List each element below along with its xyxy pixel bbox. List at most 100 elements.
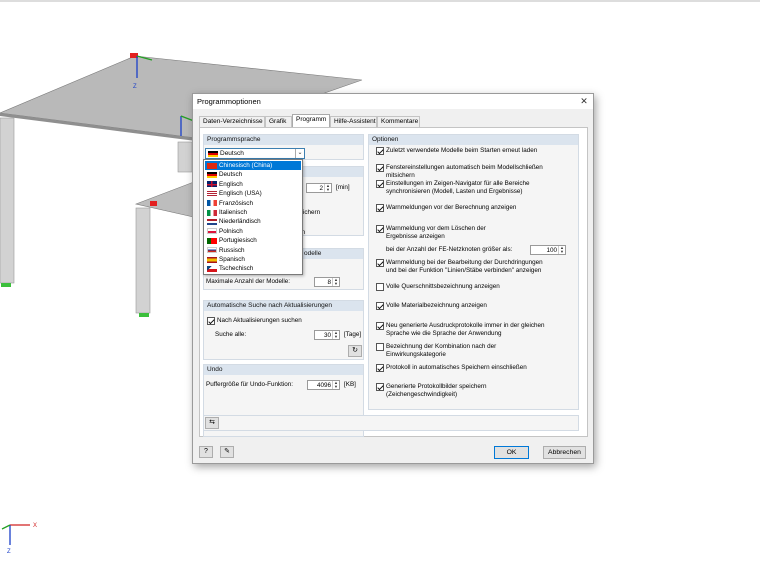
option-label: Protokoll in automatisches Speichern ein… xyxy=(386,364,527,371)
spinner-arrows-icon[interactable]: ▲ ▼ xyxy=(332,381,339,389)
es-flag-icon xyxy=(207,256,217,263)
column-3 xyxy=(177,141,193,173)
tab-program[interactable]: Programm xyxy=(292,114,330,127)
check-updates-label: Nach Aktualisierungen suchen xyxy=(217,317,302,324)
option-checkbox[interactable] xyxy=(376,364,384,372)
option-checkbox[interactable] xyxy=(376,180,384,188)
language-combo[interactable]: Deutsch ⌄ xyxy=(205,148,305,159)
undo-buffer-spinner[interactable]: 4096 ▲ ▼ xyxy=(307,380,340,390)
language-option[interactable]: Deutsch xyxy=(205,170,301,179)
language-group-header: Programmsprache xyxy=(204,135,363,145)
option-label: Neu generierte Ausdruckprotokolle immer … xyxy=(386,322,545,329)
spinner-arrows-icon[interactable]: ▲ ▼ xyxy=(324,184,331,192)
search-interval-spinner[interactable]: 30 ▲ ▼ xyxy=(314,330,340,340)
option-checkbox[interactable] xyxy=(376,383,384,391)
language-option-label: Italienisch xyxy=(219,209,248,216)
max-models-spinner[interactable]: 8 ▲ ▼ xyxy=(314,277,340,287)
option-checkbox[interactable] xyxy=(376,322,384,330)
option-label: Volle Materialbezeichnung anzeigen xyxy=(386,302,487,309)
language-option-label: Französisch xyxy=(219,199,253,207)
language-option-label: Portugiesisch xyxy=(219,237,257,245)
global-axis-label-z: Z xyxy=(7,549,11,555)
cancel-button[interactable]: Abbrechen xyxy=(543,446,586,459)
option-label-line2: Einwirkungskategorie xyxy=(386,350,446,358)
option-checkbox[interactable] xyxy=(376,343,384,351)
nl-flag-icon xyxy=(207,218,217,225)
column-1 xyxy=(0,117,15,284)
option-checkbox[interactable] xyxy=(376,225,384,233)
language-option[interactable]: Italienisch xyxy=(205,208,301,217)
option-label: Warnmeldungen vor der Berechnung anzeige… xyxy=(386,204,517,211)
defaults-icon[interactable]: ⇆ xyxy=(205,417,219,429)
spinner-arrows-icon[interactable]: ▲ ▼ xyxy=(332,331,339,339)
language-option[interactable]: Tschechisch xyxy=(205,264,301,273)
language-option[interactable]: Niederländisch xyxy=(205,217,301,226)
language-option[interactable]: Englisch xyxy=(205,180,301,189)
tab-graphics[interactable]: Grafik xyxy=(265,116,292,127)
option-checkbox[interactable] xyxy=(376,164,384,172)
option-checkbox[interactable] xyxy=(376,147,384,155)
tab-comments[interactable]: Kommentare xyxy=(377,116,420,127)
close-icon[interactable]: ✕ xyxy=(577,95,591,108)
language-option[interactable]: Portugiesisch xyxy=(205,236,301,245)
option-label: Einstellungen im Zeigen-Navigator für al… xyxy=(386,180,530,187)
option-label: Bezeichnung der Kombination nach der xyxy=(386,343,497,350)
fe-nodes-spinner[interactable]: 100 ▲ ▼ xyxy=(530,245,566,255)
autosave-interval-spinner[interactable]: 2 ▲ ▼ xyxy=(306,183,332,193)
undo-buffer-unit: [KB] xyxy=(344,381,356,388)
models-group-header-text: odelle xyxy=(304,250,322,257)
node-marker xyxy=(150,201,157,206)
undo-buffer-value: 4096 xyxy=(316,382,331,389)
global-axis-y xyxy=(1,524,11,530)
dialog-titlebar[interactable]: Programmoptionen ✕ xyxy=(193,94,593,109)
tab-help-assistant[interactable]: Hilfe-Assistent xyxy=(330,116,377,127)
support-marker xyxy=(1,283,11,287)
help-icon[interactable]: ? xyxy=(199,446,213,458)
option-label: Volle Querschnittsbezeichnung anzeigen xyxy=(386,283,500,290)
language-option-label: Englisch xyxy=(219,180,243,188)
tab-data-directories[interactable]: Daten-Verzeichnisse xyxy=(199,116,265,127)
option-checkbox[interactable] xyxy=(376,259,384,267)
column-2 xyxy=(135,207,151,314)
language-dropdown-list: Chinesisch (China) Deutsch Englisch Englisc… xyxy=(203,159,303,275)
language-option[interactable]: Chinesisch (China) xyxy=(205,161,301,171)
undo-group-header: Undo xyxy=(204,365,363,375)
language-option[interactable]: Polnisch xyxy=(205,227,301,236)
refresh-icon[interactable]: ↻ xyxy=(348,345,362,357)
language-option-label: Spanisch xyxy=(219,256,245,263)
option-label: Warnmeldung bei der Bearbeitung der Durc… xyxy=(386,259,543,266)
option-label-line2: Sprache wie die Sprache der Anwendung xyxy=(386,329,502,337)
option-checkbox[interactable] xyxy=(376,302,384,310)
option-checkbox[interactable] xyxy=(376,204,384,212)
language-option[interactable]: Englisch (USA) xyxy=(205,189,301,198)
spinner-arrows-icon[interactable]: ▲ ▼ xyxy=(332,278,339,286)
option-label: Generierte Protokollbilder speichern xyxy=(386,383,487,390)
option-label-line2: Ergebnisse anzeigen xyxy=(386,232,445,240)
ru-flag-icon xyxy=(207,247,217,254)
panel-footer: ⇆ xyxy=(203,415,579,431)
global-axis-label-x: X xyxy=(33,523,37,529)
language-option[interactable]: Französisch xyxy=(205,199,301,208)
spinner-arrows-icon[interactable]: ▲ ▼ xyxy=(558,246,565,254)
option-label-line2: synchronisieren (Modell, Lasten und Erge… xyxy=(386,187,523,195)
fe-nodes-value: 100 xyxy=(546,247,557,254)
language-option-label: Polnisch xyxy=(219,227,243,235)
de-flag-icon xyxy=(207,171,217,178)
edit-icon[interactable]: ✎ xyxy=(220,446,234,458)
option-label-line2: (Zeichengeschwindigkeit) xyxy=(386,390,458,398)
option-checkbox[interactable] xyxy=(376,283,384,291)
support-marker xyxy=(139,313,149,317)
chevron-down-icon[interactable]: ⌄ xyxy=(295,149,304,158)
search-interval-label: Suche alle: xyxy=(215,331,247,338)
check-updates-checkbox[interactable] xyxy=(207,317,215,325)
option-label-line2: und bei der Funktion "Linien/Stäbe verbi… xyxy=(386,266,542,274)
language-option[interactable]: Russisch xyxy=(205,246,301,255)
language-option-label: Tschechisch xyxy=(219,265,254,273)
language-option[interactable]: Spanisch xyxy=(205,255,301,264)
language-combo-value: Deutsch xyxy=(220,150,244,157)
ok-button[interactable]: OK xyxy=(494,446,529,459)
max-models-value: 8 xyxy=(327,279,331,286)
uk-flag-icon xyxy=(207,181,217,188)
program-options-dialog: Programmoptionen ✕ Daten-Verzeichnisse G… xyxy=(192,93,594,464)
it-flag-icon xyxy=(207,209,217,216)
